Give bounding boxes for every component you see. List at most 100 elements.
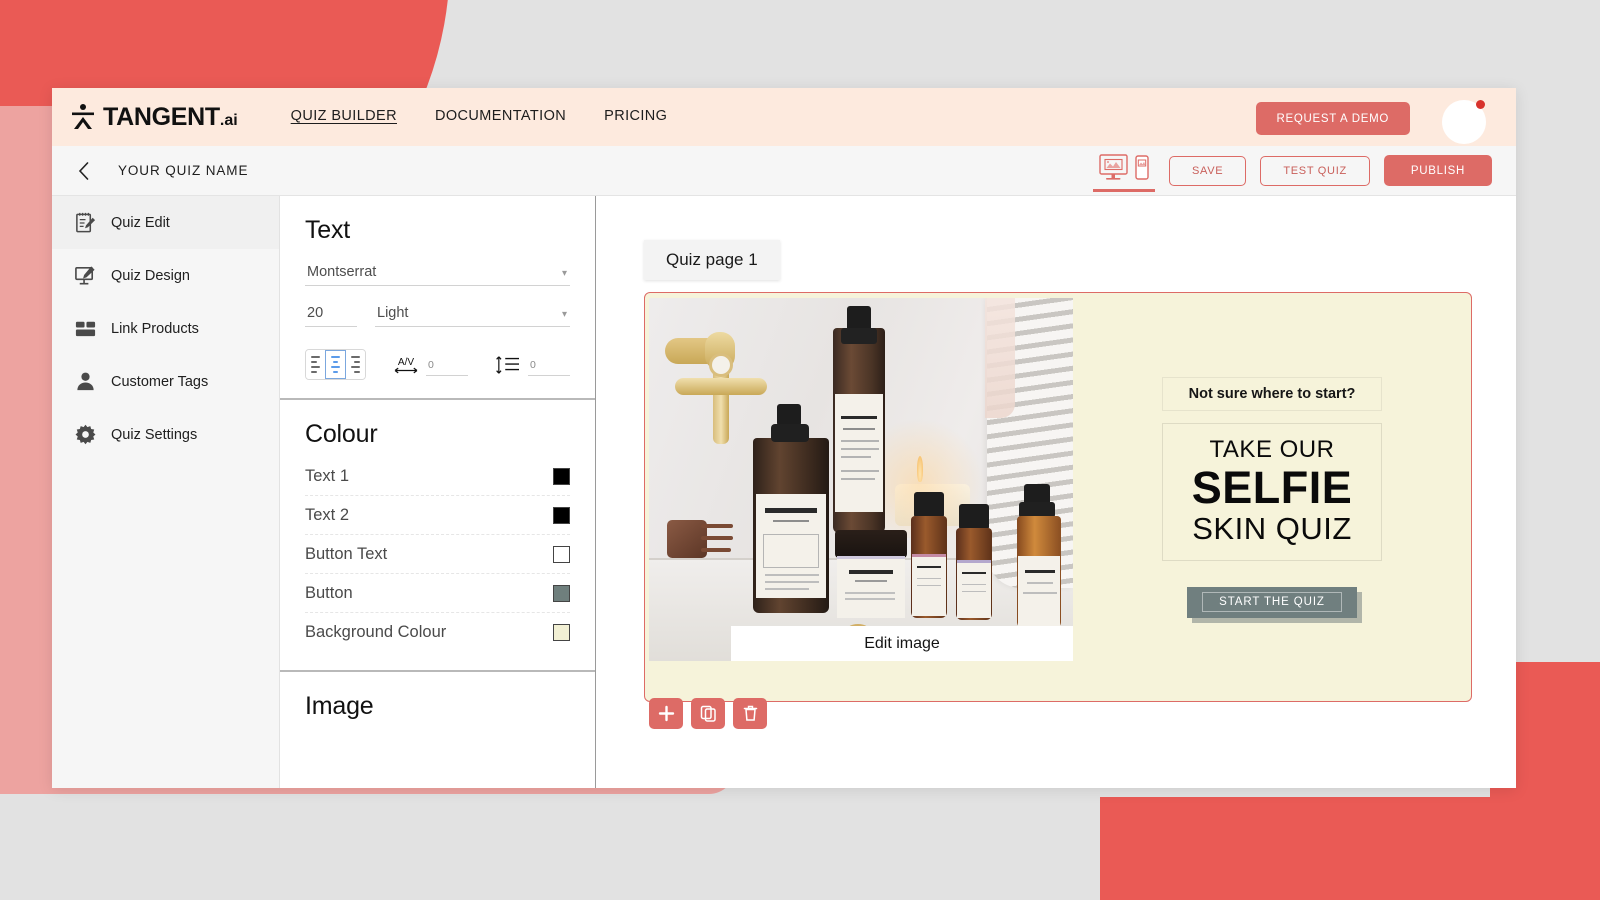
font-size-field: [305, 304, 357, 327]
publish-button[interactable]: PUBLISH: [1383, 155, 1492, 186]
colour-label: Text 1: [305, 466, 350, 485]
slide-heading[interactable]: TAKE OUR SELFIE SKIN QUIZ: [1162, 423, 1382, 561]
colour-section: Colour Text 1 Text 2 Button Text Button: [280, 400, 595, 672]
sidebar: Quiz Edit Quiz Design Link Products Cust…: [52, 196, 280, 788]
image-section-title: Image: [305, 692, 374, 720]
letter-spacing-icon: A/V: [394, 357, 418, 373]
save-button[interactable]: SAVE: [1168, 155, 1247, 186]
colour-swatch-button-text[interactable]: [553, 545, 570, 563]
slide-editor[interactable]: Edit image Not sure where to start? TAKE…: [644, 292, 1472, 729]
colour-row-text-1: Text 1: [305, 457, 570, 496]
notepad-pencil-icon: [76, 212, 96, 233]
line-height-input[interactable]: [528, 358, 570, 376]
back-button[interactable]: [70, 158, 96, 184]
nav-link-pricing[interactable]: PRICING: [604, 108, 667, 126]
text-section-title: Text: [305, 216, 351, 244]
image-section: Image: [280, 672, 595, 739]
copy-icon: [700, 705, 716, 722]
nav-link-quiz-builder[interactable]: QUIZ BUILDER: [291, 108, 397, 126]
sidebar-item-customer-tags[interactable]: Customer Tags: [52, 355, 279, 408]
colour-row-background: Background Colour: [305, 613, 570, 652]
products-grid-icon: [75, 321, 96, 337]
delete-slide-button[interactable]: [733, 698, 767, 729]
duplicate-slide-button[interactable]: [691, 698, 725, 729]
plus-icon: [658, 705, 674, 722]
align-right-button[interactable]: [345, 350, 365, 379]
align-left-button[interactable]: [306, 350, 326, 379]
font-size-weight-row: ▾: [305, 304, 570, 327]
heading-line-3: SKIN QUIZ: [1192, 510, 1352, 546]
notification-dot-icon: [1476, 100, 1485, 109]
sidebar-item-quiz-settings[interactable]: Quiz Settings: [52, 408, 279, 461]
test-quiz-button[interactable]: TEST QUIZ: [1260, 155, 1370, 186]
colour-section-title: Colour: [305, 420, 378, 448]
desktop-preview-icon: [1099, 154, 1128, 180]
colour-row-button: Button: [305, 574, 570, 613]
brand-logo[interactable]: TANGENT.ai: [70, 103, 238, 131]
cta-wrapper: START THE QUIZ: [1187, 586, 1357, 618]
heading-line-1: TAKE OUR: [1209, 436, 1335, 463]
sidebar-item-label: Quiz Settings: [111, 426, 198, 443]
quiz-toolbar: YOUR QUIZ NAME SAVE TEST QUIZ PUBLISH: [52, 146, 1516, 196]
colour-swatch-background[interactable]: [553, 624, 570, 641]
nav-link-documentation[interactable]: DOCUMENTATION: [435, 108, 566, 126]
colour-label: Button: [305, 583, 353, 602]
edit-image-button[interactable]: Edit image: [731, 626, 1073, 661]
sidebar-item-label: Quiz Edit: [111, 214, 170, 231]
logo-suffix: .ai: [219, 111, 238, 129]
add-slide-button[interactable]: [649, 698, 683, 729]
top-navigation-bar: TANGENT.ai QUIZ BUILDER DOCUMENTATION PR…: [52, 88, 1516, 146]
sidebar-item-label: Link Products: [111, 320, 199, 337]
font-family-input[interactable]: [305, 264, 570, 286]
text-section: Text ▾ ▾: [280, 196, 595, 400]
svg-text:A/V: A/V: [398, 357, 415, 368]
monitor-pencil-icon: [75, 266, 95, 285]
logo-wordmark: TANGENT: [103, 102, 220, 131]
text-align-group: [305, 349, 366, 380]
sidebar-item-link-products[interactable]: Link Products: [52, 302, 279, 355]
decorative-shape-bottom-bar: [1100, 797, 1600, 900]
chevron-left-icon: [78, 161, 88, 180]
slide-image[interactable]: Edit image: [649, 298, 1073, 661]
colour-label: Text 2: [305, 505, 350, 524]
colour-swatch-text-1[interactable]: [553, 467, 570, 485]
font-weight-field: ▾: [375, 304, 570, 327]
align-center-button[interactable]: [325, 350, 346, 379]
sidebar-item-label: Customer Tags: [111, 373, 209, 390]
trash-icon: [743, 705, 757, 721]
gear-icon: [75, 424, 96, 445]
colour-row-text-2: Text 2: [305, 496, 570, 535]
colour-swatch-text-2[interactable]: [553, 506, 570, 524]
text-controls-row: A/V: [305, 349, 570, 380]
main-body: Quiz Edit Quiz Design Link Products Cust…: [52, 196, 1516, 788]
page-tab-quiz-page-1[interactable]: Quiz page 1: [644, 240, 780, 280]
colour-label: Button Text: [305, 544, 388, 563]
slide-subheading[interactable]: Not sure where to start?: [1162, 377, 1382, 411]
tangent-logo-icon: [72, 104, 94, 129]
font-family-field: ▾: [305, 263, 570, 286]
heading-line-2: SELFIE: [1191, 462, 1353, 514]
page-title: YOUR QUIZ NAME: [118, 163, 249, 178]
sidebar-item-label: Quiz Design: [111, 267, 190, 284]
toolbar-actions: SAVE TEST QUIZ PUBLISH: [1092, 149, 1492, 192]
slide-action-bar: [649, 698, 767, 729]
slide-content: Not sure where to start? TAKE OUR SELFIE…: [1073, 293, 1471, 701]
letter-spacing-control: A/V: [393, 354, 468, 376]
colour-swatch-button[interactable]: [553, 584, 570, 602]
sidebar-item-quiz-edit[interactable]: Quiz Edit: [52, 196, 279, 249]
person-icon: [77, 372, 94, 391]
colour-row-button-text: Button Text: [305, 535, 570, 574]
mobile-preview-icon: [1135, 155, 1149, 180]
request-demo-button[interactable]: REQUEST A DEMO: [1255, 102, 1410, 135]
device-preview-toggle[interactable]: [1092, 149, 1155, 192]
letter-spacing-input[interactable]: [426, 358, 468, 376]
logo-text: TANGENT.ai: [103, 102, 238, 131]
start-quiz-label: START THE QUIZ: [1202, 592, 1342, 613]
properties-panel: Text ▾ ▾: [280, 196, 596, 788]
sidebar-item-quiz-design[interactable]: Quiz Design: [52, 249, 279, 302]
colour-label: Background Colour: [305, 623, 447, 641]
start-quiz-button[interactable]: START THE QUIZ: [1187, 586, 1357, 618]
font-weight-input[interactable]: [375, 305, 570, 327]
quiz-canvas: Quiz page 1 Edit image Not sure where to…: [596, 196, 1516, 788]
font-size-input[interactable]: [305, 305, 357, 327]
